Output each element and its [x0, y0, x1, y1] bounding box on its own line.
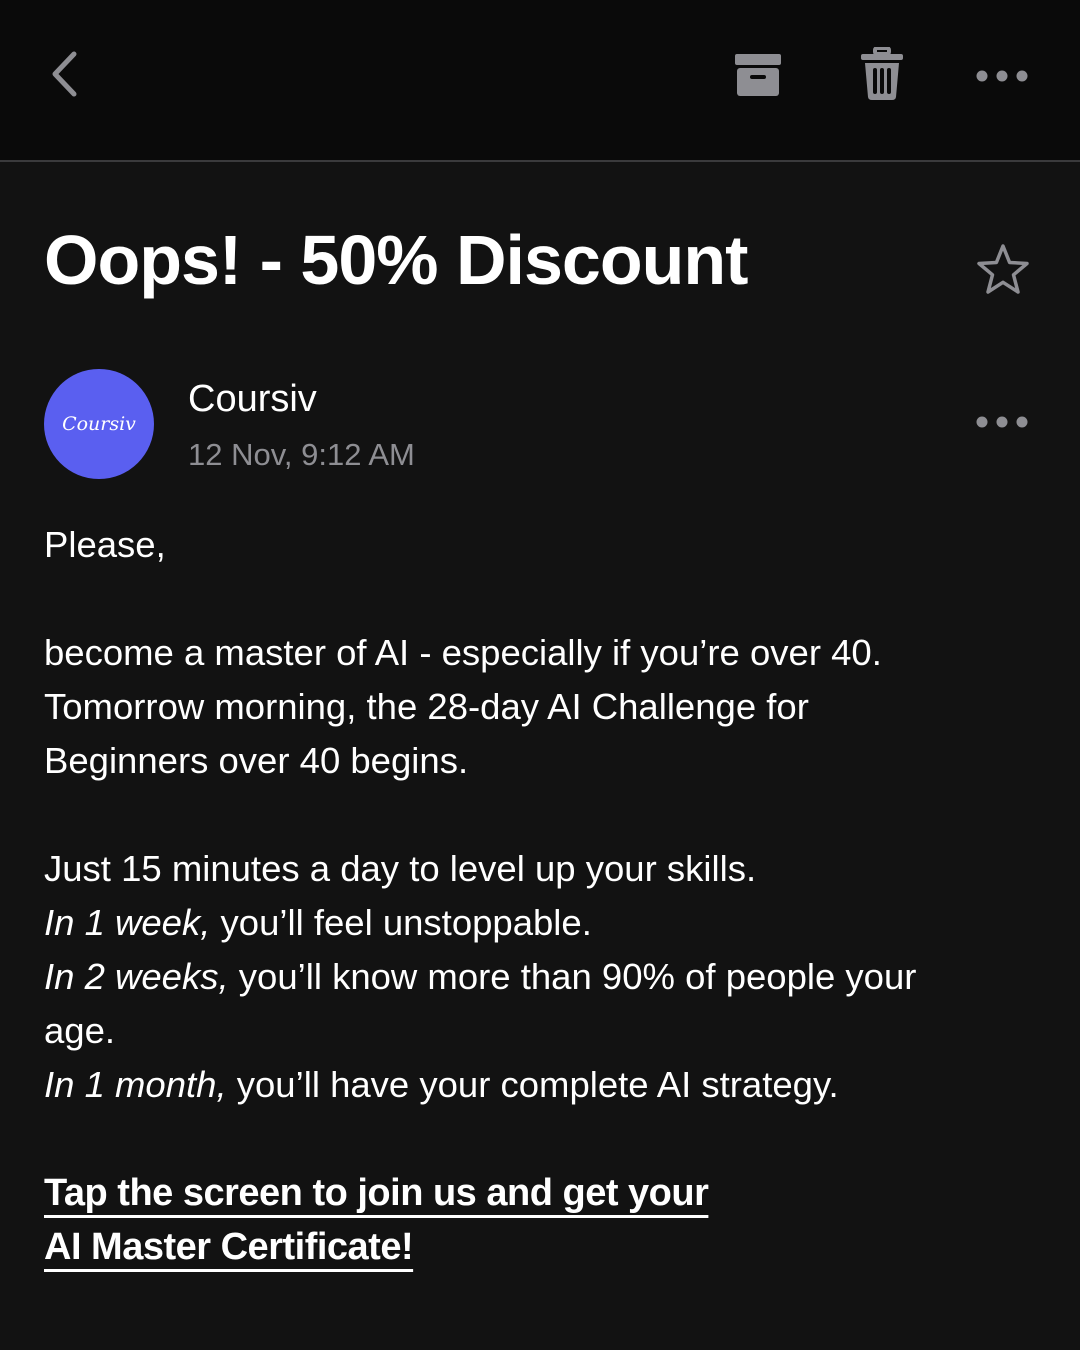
body-line: In 1 week, you’ll feel unstoppable.	[44, 896, 1044, 950]
back-button[interactable]	[36, 44, 92, 104]
body-line: In 1 month, you’ll have your complete AI…	[44, 1058, 1044, 1112]
body-line: In 2 weeks, you’ll know more than 90% of…	[44, 950, 1044, 1004]
ellipsis-icon	[976, 416, 1028, 428]
sender-avatar[interactable]: Coursiv	[44, 369, 154, 479]
week1-text: you’ll feel unstoppable.	[210, 902, 592, 943]
email-screen: Oops! - 50% Discount Coursiv Coursiv 12 …	[0, 0, 1080, 1350]
sender-name[interactable]: Coursiv	[188, 376, 317, 422]
week2-text: you’ll know more than 90% of people your	[228, 956, 917, 997]
chevron-left-icon	[52, 51, 77, 97]
greeting: Please,	[44, 524, 166, 565]
body-line: become a master of AI - especially if yo…	[44, 632, 882, 673]
body-line: Tomorrow morning, the 28-day AI Challeng…	[44, 686, 809, 727]
month1-lead: In 1 month,	[44, 1064, 227, 1105]
week2-lead: In 2 weeks,	[44, 956, 229, 997]
body-line: age.	[44, 1010, 116, 1051]
week1-lead: In 1 week,	[44, 902, 211, 943]
coursiv-logo: Coursiv	[62, 413, 136, 435]
email-body: Please, become a master of AI - especial…	[44, 518, 1044, 1112]
archive-button[interactable]	[728, 46, 788, 104]
more-options-button[interactable]	[968, 56, 1036, 96]
star-button[interactable]	[972, 240, 1034, 300]
cta-link[interactable]: Tap the screen to join us and get your A…	[44, 1166, 804, 1274]
cta-line[interactable]: AI Master Certificate!	[44, 1226, 414, 1268]
star-outline-icon	[977, 244, 1029, 294]
body-line: Beginners over 40 begins.	[44, 740, 469, 781]
body-line: Just 15 minutes a day to level up your s…	[44, 848, 757, 889]
ellipsis-icon	[976, 70, 1028, 82]
message-more-button[interactable]	[968, 402, 1036, 442]
month1-text: you’ll have your complete AI strategy.	[226, 1064, 839, 1105]
delete-button[interactable]	[852, 42, 912, 106]
email-subject: Oops! - 50% Discount	[44, 221, 748, 299]
cta-line[interactable]: Tap the screen to join us and get your	[44, 1172, 709, 1214]
trash-icon	[861, 47, 903, 100]
email-timestamp: 12 Nov, 9:12 AM	[188, 437, 415, 472]
archive-box-icon	[735, 54, 781, 96]
top-toolbar	[0, 0, 1080, 162]
